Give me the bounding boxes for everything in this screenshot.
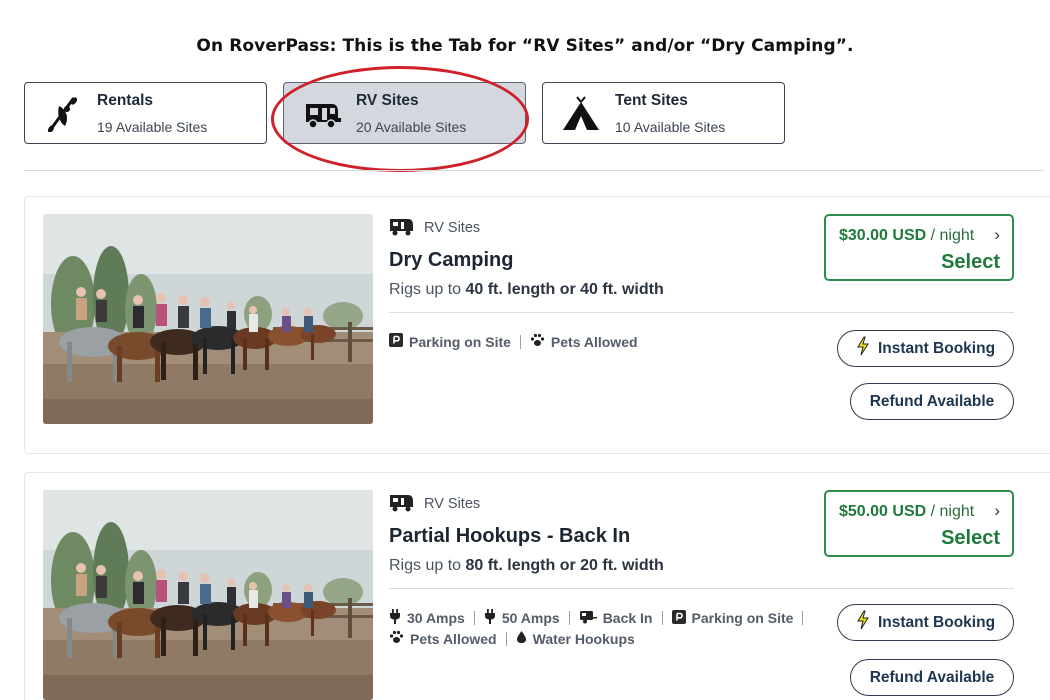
paw-icon: [530, 333, 545, 350]
refund-available-button[interactable]: Refund Available: [850, 383, 1014, 420]
amenity-parking: Parking on Site: [671, 609, 793, 627]
select-label: Select: [941, 527, 1000, 549]
card-divider: [389, 312, 1014, 313]
plug-icon: [389, 609, 401, 627]
tab-rentals-count: 19 Available Sites: [97, 119, 208, 135]
category-label: RV Sites: [389, 216, 480, 240]
listing-card-dry-camping[interactable]: RV Sites Dry Camping Rigs up to 40 ft. l…: [24, 196, 1050, 454]
rv-icon: [302, 96, 342, 132]
parking-icon: [671, 609, 686, 627]
tab-rv-sites-count: 20 Available Sites: [356, 119, 467, 135]
price-select-button[interactable]: $30.00 USD / night › Select: [824, 214, 1014, 281]
tab-rv-sites[interactable]: RV Sites 20 Available Sites: [283, 82, 526, 144]
rig-size: Rigs up to 80 ft. length or 20 ft. width: [389, 557, 664, 574]
category-text: RV Sites: [424, 496, 481, 512]
price-amount: $30.00 USD / night: [839, 227, 975, 244]
price-amount: $50.00 USD / night: [839, 503, 975, 520]
page-caption: On RoverPass: This is the Tab for “RV Si…: [196, 36, 854, 56]
amenity-30-amps: 30 Amps: [389, 609, 465, 627]
listing-title[interactable]: Dry Camping: [389, 249, 513, 272]
kayak-icon: [43, 96, 83, 133]
amenity-parking: Parking on Site: [389, 333, 511, 350]
refund-available-button[interactable]: Refund Available: [850, 659, 1014, 696]
tab-tent-sites-count: 10 Available Sites: [615, 119, 726, 135]
section-divider: [24, 170, 1044, 171]
amenities-list-row2: Pets Allowed Water Hookups: [389, 630, 635, 647]
lightning-icon: [856, 610, 870, 635]
listing-title[interactable]: Partial Hookups - Back In: [389, 525, 630, 548]
amenities-list: Parking on Site Pets Allowed: [389, 333, 638, 350]
tab-rentals-label: Rentals: [97, 92, 153, 109]
tab-rentals[interactable]: Rentals 19 Available Sites: [24, 82, 267, 144]
rv-icon: [389, 492, 415, 516]
site-photo: [43, 214, 373, 424]
parking-icon: [389, 333, 403, 350]
select-label: Select: [941, 251, 1000, 273]
category-label: RV Sites: [389, 492, 480, 516]
tab-tent-sites-label: Tent Sites: [615, 92, 688, 109]
amenity-water-hookups: Water Hookups: [516, 630, 635, 647]
chevron-right-icon: ›: [994, 225, 1000, 244]
tab-tent-sites[interactable]: Tent Sites 10 Available Sites: [542, 82, 785, 144]
price-select-button[interactable]: $50.00 USD / night › Select: [824, 490, 1014, 557]
chevron-right-icon: ›: [994, 501, 1000, 520]
amenity-50-amps: 50 Amps: [484, 609, 560, 627]
listing-card-partial-hookups[interactable]: RV Sites Partial Hookups - Back In Rigs …: [24, 472, 1050, 700]
amenity-pets: Pets Allowed: [530, 333, 638, 350]
site-photo: [43, 490, 373, 700]
amenity-pets: Pets Allowed: [389, 630, 497, 647]
card-divider: [389, 588, 1014, 589]
paw-icon: [389, 630, 404, 647]
amenity-back-in: Back In: [579, 610, 653, 627]
trailer-icon: [579, 610, 597, 627]
lightning-icon: [856, 336, 870, 361]
category-text: RV Sites: [424, 220, 481, 236]
amenities-list: 30 Amps 50 Amps Back In Parking on Site: [389, 609, 812, 627]
plug-icon: [484, 609, 496, 627]
instant-booking-button[interactable]: Instant Booking: [837, 330, 1014, 367]
tab-rv-sites-label: RV Sites: [356, 92, 419, 109]
tent-icon: [561, 96, 601, 132]
water-drop-icon: [516, 630, 527, 647]
instant-booking-button[interactable]: Instant Booking: [837, 604, 1014, 641]
rig-size: Rigs up to 40 ft. length or 40 ft. width: [389, 281, 664, 298]
rv-icon: [389, 216, 415, 240]
